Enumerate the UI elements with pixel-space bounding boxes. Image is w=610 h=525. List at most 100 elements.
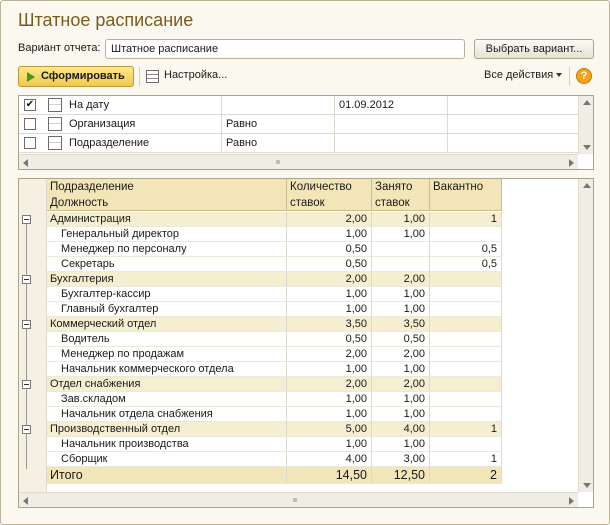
scroll-up-icon[interactable] xyxy=(583,100,591,105)
table-row[interactable]: Секретарь 0,50 0,5 xyxy=(47,257,502,272)
header-quantity: Количество ставок xyxy=(287,179,372,211)
filters-horizontal-scrollbar[interactable] xyxy=(19,154,578,169)
scroll-thumb[interactable] xyxy=(293,498,297,502)
settings-label: Настройка... xyxy=(164,69,228,81)
cell-name: Коммерческий отдел xyxy=(47,317,287,332)
filter-condition[interactable]: Равно xyxy=(222,134,335,152)
group-row[interactable]: Коммерческий отдел 3,50 3,50 xyxy=(47,317,502,332)
filter-checkbox[interactable]: ✔ xyxy=(24,99,36,111)
report-spreadsheet: Подразделение Должность Количество ставо… xyxy=(18,178,594,508)
report-vertical-scrollbar[interactable] xyxy=(578,179,593,492)
cell-name: Секретарь xyxy=(47,257,287,272)
group-row[interactable]: Бухгалтерия 2,00 2,00 xyxy=(47,272,502,287)
cell-quantity: 1,00 xyxy=(287,362,372,377)
cell-quantity: 0,50 xyxy=(287,332,372,347)
window-title: Штатное расписание xyxy=(18,10,194,30)
settings-icon xyxy=(146,70,159,83)
table-row[interactable]: Начальник коммерческого отдела 1,00 1,00 xyxy=(47,362,502,377)
filter-checkbox[interactable] xyxy=(24,137,36,149)
filter-value[interactable] xyxy=(335,115,448,133)
scroll-thumb[interactable] xyxy=(276,160,280,164)
scroll-left-icon[interactable] xyxy=(23,159,28,167)
total-vacant: 2 xyxy=(430,467,502,484)
cell-quantity: 1,00 xyxy=(287,227,372,242)
all-actions-menu[interactable]: Все действия xyxy=(484,69,563,81)
table-row[interactable]: Генеральный директор 1,00 1,00 xyxy=(47,227,502,242)
filters-vertical-scrollbar[interactable] xyxy=(578,96,593,154)
cell-occupied: 1,00 xyxy=(372,302,430,317)
cell-occupied: 1,00 xyxy=(372,392,430,407)
cell-vacant xyxy=(430,392,502,407)
help-icon[interactable]: ? xyxy=(576,68,592,84)
filter-checkbox[interactable] xyxy=(24,118,36,130)
cell-quantity: 0,50 xyxy=(287,257,372,272)
scroll-left-icon[interactable] xyxy=(23,497,28,505)
group-row[interactable]: Администрация 2,00 1,00 1 xyxy=(47,212,502,227)
table-row[interactable]: Бухгалтер-кассир 1,00 1,00 xyxy=(47,287,502,302)
table-row[interactable]: Главный бухгалтер 1,00 1,00 xyxy=(47,302,502,317)
cell-vacant xyxy=(430,332,502,347)
cell-name: Зав.складом xyxy=(47,392,287,407)
cell-vacant xyxy=(430,362,502,377)
cell-occupied: 4,00 xyxy=(372,422,430,437)
filter-row[interactable]: Подразделение Равно xyxy=(19,134,579,153)
collapse-group-icon[interactable] xyxy=(22,380,31,389)
collapse-group-icon[interactable] xyxy=(22,215,31,224)
collapse-group-icon[interactable] xyxy=(22,275,31,284)
group-row[interactable]: Отдел снабжения 2,00 2,00 xyxy=(47,377,502,392)
filter-value[interactable]: 01.09.2012 xyxy=(335,96,448,114)
group-row[interactable]: Производственный отдел 5,00 4,00 1 xyxy=(47,422,502,437)
choose-variant-button[interactable]: Выбрать вариант... xyxy=(474,39,594,59)
filter-settings-table: ✔ На дату 01.09.2012 Организация Равно П… xyxy=(18,95,594,170)
cell-quantity: 2,00 xyxy=(287,347,372,362)
variant-field[interactable]: Штатное расписание xyxy=(105,39,465,59)
field-icon xyxy=(48,136,62,150)
table-row[interactable]: Менеджер по продажам 2,00 2,00 xyxy=(47,347,502,362)
cell-vacant: 1 xyxy=(430,452,502,467)
run-button[interactable]: Сформировать xyxy=(18,66,134,87)
filter-condition[interactable] xyxy=(222,96,335,114)
header-subdivision: Подразделение Должность xyxy=(47,179,287,211)
scroll-down-icon[interactable] xyxy=(583,145,591,150)
table-row[interactable]: Зав.складом 1,00 1,00 xyxy=(47,392,502,407)
filter-condition[interactable]: Равно xyxy=(222,115,335,133)
filter-row[interactable]: Организация Равно xyxy=(19,115,579,134)
cell-vacant xyxy=(430,272,502,287)
cell-occupied: 1,00 xyxy=(372,227,430,242)
cell-occupied xyxy=(372,257,430,272)
table-row[interactable]: Менеджер по персоналу 0,50 0,5 xyxy=(47,242,502,257)
table-row[interactable]: Начальник производства 1,00 1,00 xyxy=(47,437,502,452)
table-row[interactable]: Водитель 0,50 0,50 xyxy=(47,332,502,347)
cell-occupied: 3,00 xyxy=(372,452,430,467)
scroll-right-icon[interactable] xyxy=(569,497,574,505)
cell-quantity: 3,50 xyxy=(287,317,372,332)
table-row[interactable]: Начальник отдела снабжения 1,00 1,00 xyxy=(47,407,502,422)
total-occupied: 12,50 xyxy=(372,467,430,484)
scroll-up-icon[interactable] xyxy=(583,183,591,188)
cell-name: Генеральный директор xyxy=(47,227,287,242)
cell-name: Отдел снабжения xyxy=(47,377,287,392)
cell-quantity: 1,00 xyxy=(287,437,372,452)
header-occupied-line2: ставок xyxy=(375,197,410,209)
scroll-down-icon[interactable] xyxy=(583,483,591,488)
filter-row[interactable]: ✔ На дату 01.09.2012 xyxy=(19,96,579,115)
run-button-label: Сформировать xyxy=(41,70,125,82)
cell-name: Бухгалтер-кассир xyxy=(47,287,287,302)
cell-vacant xyxy=(430,377,502,392)
collapse-group-icon[interactable] xyxy=(22,425,31,434)
calendar-icon xyxy=(48,98,62,112)
cell-quantity: 2,00 xyxy=(287,377,372,392)
cell-vacant: 1 xyxy=(430,422,502,437)
filter-value[interactable] xyxy=(335,134,448,152)
filter-name: На дату xyxy=(69,99,110,111)
header-position-label: Должность xyxy=(50,197,109,209)
table-row[interactable]: Сборщик 4,00 3,00 1 xyxy=(47,452,502,467)
cell-name: Начальник коммерческого отдела xyxy=(47,362,287,377)
header-occupied-line1: Занято xyxy=(375,181,413,193)
filter-extra xyxy=(448,96,579,114)
scroll-right-icon[interactable] xyxy=(569,159,574,167)
collapse-group-icon[interactable] xyxy=(22,320,31,329)
cell-occupied: 1,00 xyxy=(372,437,430,452)
cell-name: Менеджер по персоналу xyxy=(47,242,287,257)
report-horizontal-scrollbar[interactable] xyxy=(19,492,578,507)
